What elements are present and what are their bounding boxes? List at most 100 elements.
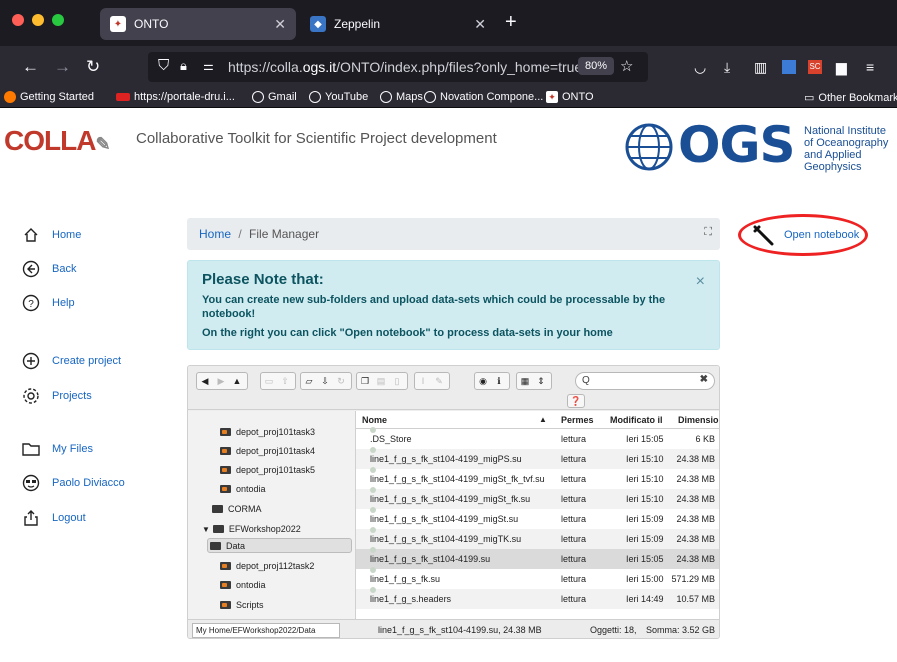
sidebar-item-help[interactable]: ? Help <box>22 294 75 312</box>
table-row[interactable]: line1_f_g_s.headers lettura Ieri 14:49 1… <box>356 587 719 609</box>
tab-zeppelin[interactable]: ◆ Zeppelin ✕ <box>300 8 496 40</box>
sidebar-item-logout[interactable]: Logout <box>22 509 86 527</box>
breadcrumb-home-link[interactable]: Home <box>199 227 231 241</box>
permissions-icon[interactable]: ⚌ <box>203 59 214 73</box>
sidebar-item-projects[interactable]: Projects <box>22 387 92 405</box>
file-search-input[interactable]: Q ✖ <box>575 372 715 390</box>
up-icon[interactable]: ▲ <box>229 376 245 386</box>
tab-close-icon[interactable]: ✕ <box>274 16 286 33</box>
extension-grid-icon[interactable] <box>782 60 796 74</box>
tree-node[interactable]: CORMA <box>212 504 262 514</box>
open-notebook-link[interactable]: Open notebook <box>784 229 859 241</box>
zoom-level[interactable]: 80% <box>578 57 615 75</box>
expand-arrow-icon[interactable]: ▼ <box>202 525 210 534</box>
clear-search-icon[interactable]: ✖ <box>700 374 708 385</box>
grid-view-icon[interactable]: ▦ <box>517 376 533 387</box>
table-row[interactable]: line1_f_g_s_fk_st104-4199_migSt.su lettu… <box>356 507 719 529</box>
current-path-field[interactable]: My Home/EFWorkshop2022/Data <box>192 623 340 638</box>
column-header-modified[interactable]: Modificato il <box>610 411 663 428</box>
tree-node[interactable]: Scripts <box>220 600 264 610</box>
lock-icon[interactable]: 🔒︎ <box>180 58 187 74</box>
pocket-icon[interactable]: ◡ <box>694 58 706 76</box>
alert-title: Please Note that: <box>202 271 324 288</box>
tree-node[interactable]: depot_proj101task4 <box>220 446 315 456</box>
rename-icon[interactable]: I <box>415 376 431 386</box>
tab-onto[interactable]: ✦ ONTO ✕ <box>100 8 296 40</box>
sort-icon[interactable]: ⇕ <box>533 376 549 387</box>
bookmark-getting-started[interactable]: Getting Started <box>4 91 94 103</box>
column-header-permissions[interactable]: Permes <box>561 411 594 428</box>
tree-node[interactable]: depot_proj101task3 <box>220 427 315 437</box>
close-window-button[interactable] <box>12 14 24 26</box>
wrench-icon[interactable] <box>752 224 776 246</box>
back-arrow-icon[interactable]: ← <box>22 57 39 77</box>
file-manager: ◀ ▶ ▲ ▭ ⇧ ▱ ⇩ ↻ ❐ ▤ ▯ I ✎ ◉ ℹ ▦ ⇕ Q ✖ ❓ … <box>187 365 720 639</box>
back-icon[interactable]: ◀ <box>197 376 213 387</box>
forward-arrow-icon[interactable]: → <box>54 57 71 77</box>
open-folder-icon[interactable]: ▱ <box>301 376 317 387</box>
sidebar-item-user[interactable]: Paolo Diviacco <box>22 474 125 492</box>
tree-node[interactable]: ontodia <box>220 580 266 590</box>
upload-button-group: ▭ ⇧ <box>260 372 296 390</box>
fullscreen-icon[interactable]: ⛶ <box>704 226 712 239</box>
layout-button-group: ▦ ⇕ <box>516 372 552 390</box>
shield-icon[interactable]: ⛉ <box>158 57 169 74</box>
bookmark-portale[interactable]: https://portale-dru.i... <box>116 91 235 103</box>
new-tab-button[interactable]: + <box>505 12 517 32</box>
table-row[interactable]: line1_f_g_s_fk_st104-4199_migPS.su lettu… <box>356 447 719 469</box>
tree-node[interactable]: ▼ EFWorkshop2022 <box>202 524 301 534</box>
url-bar[interactable]: ⛉ 🔒︎ ⚌ https://colla.ogs.it/ONTO/index.p… <box>148 52 648 82</box>
reader-icon[interactable]: ▆ <box>836 58 847 76</box>
zoom-window-button[interactable] <box>52 14 64 26</box>
sidebar-item-my-files[interactable]: My Files <box>22 440 93 458</box>
tree-node[interactable]: depot_proj101task5 <box>220 465 315 475</box>
new-file-icon[interactable]: ▭ <box>261 376 277 387</box>
table-row[interactable]: line1_f_g_s_fk_st104-4199_migSt_fk.su le… <box>356 487 719 509</box>
sidebar-icon[interactable]: ▥ <box>754 58 767 76</box>
tab-close-icon[interactable]: ✕ <box>474 16 486 33</box>
table-row[interactable]: .DS_Store lettura Ieri 15:05 6 KB <box>356 427 719 449</box>
minimize-window-button[interactable] <box>32 14 44 26</box>
sidebar-item-create-project[interactable]: Create project <box>22 352 121 370</box>
preview-icon[interactable]: ◉ <box>475 376 491 387</box>
tree-node-selected[interactable]: Data <box>207 538 352 553</box>
download-icon[interactable]: ⇩ <box>317 376 333 387</box>
forward-icon[interactable]: ▶ <box>213 376 229 387</box>
bookmark-star-icon[interactable]: ☆ <box>620 57 633 75</box>
colla-logo[interactable]: COLLA✎ <box>4 125 111 157</box>
url-text[interactable]: https://colla.ogs.it/ONTO/index.php/file… <box>228 59 582 75</box>
sidebar-item-home[interactable]: Home <box>22 226 81 244</box>
column-header-size[interactable]: Dimensioni <box>678 411 719 428</box>
extension-sc-icon[interactable]: SC <box>808 60 822 74</box>
table-row[interactable]: line1_f_g_s_fk.su lettura Ieri 15:00 571… <box>356 567 719 589</box>
bookmark-gmail[interactable]: Gmail <box>252 91 297 103</box>
info-icon[interactable]: ℹ <box>491 376 507 387</box>
table-row-selected[interactable]: line1_f_g_s_fk_st104-4199.su lettura Ier… <box>356 547 719 569</box>
sidebar-item-back[interactable]: Back <box>22 260 76 278</box>
tree-node[interactable]: ontodia <box>220 484 266 494</box>
upload-icon[interactable]: ⇧ <box>277 376 293 387</box>
bookmark-onto[interactable]: ✦ ONTO <box>546 91 594 103</box>
alert-close-button[interactable]: × <box>696 273 705 291</box>
browser-nav-bar: ← → ↻ ⛉ 🔒︎ ⚌ https://colla.ogs.it/ONTO/i… <box>0 46 897 88</box>
copy-icon[interactable]: ❐ <box>357 376 373 387</box>
folder-open-icon <box>212 525 224 533</box>
reload-icon[interactable]: ↻ <box>86 57 100 77</box>
edit-icon[interactable]: ✎ <box>431 376 447 387</box>
reload-icon[interactable]: ↻ <box>333 376 349 387</box>
menu-icon[interactable]: ≡ <box>866 58 874 76</box>
help-icon[interactable]: ❓ <box>567 394 585 408</box>
tree-node[interactable]: depot_proj112task2 <box>220 561 314 571</box>
project-folder-icon <box>220 601 231 609</box>
other-bookmarks[interactable]: ▭ Other Bookmarks <box>804 91 897 105</box>
table-row[interactable]: line1_f_g_s_fk_st104-4199_migSt_fk_tvf.s… <box>356 467 719 489</box>
column-header-name[interactable]: Nome <box>362 411 387 428</box>
delete-icon[interactable]: ▯ <box>389 376 405 387</box>
table-row[interactable]: line1_f_g_s_fk_st104-4199_migTK.su lettu… <box>356 527 719 549</box>
sort-arrow-icon[interactable]: ▲ <box>539 411 547 428</box>
paste-icon[interactable]: ▤ <box>373 376 389 387</box>
bookmark-youtube[interactable]: YouTube <box>309 91 368 103</box>
bookmark-maps[interactable]: Maps <box>380 91 423 103</box>
bookmark-novation[interactable]: Novation Compone... <box>424 91 543 103</box>
download-icon[interactable]: ⤓ <box>724 58 730 76</box>
